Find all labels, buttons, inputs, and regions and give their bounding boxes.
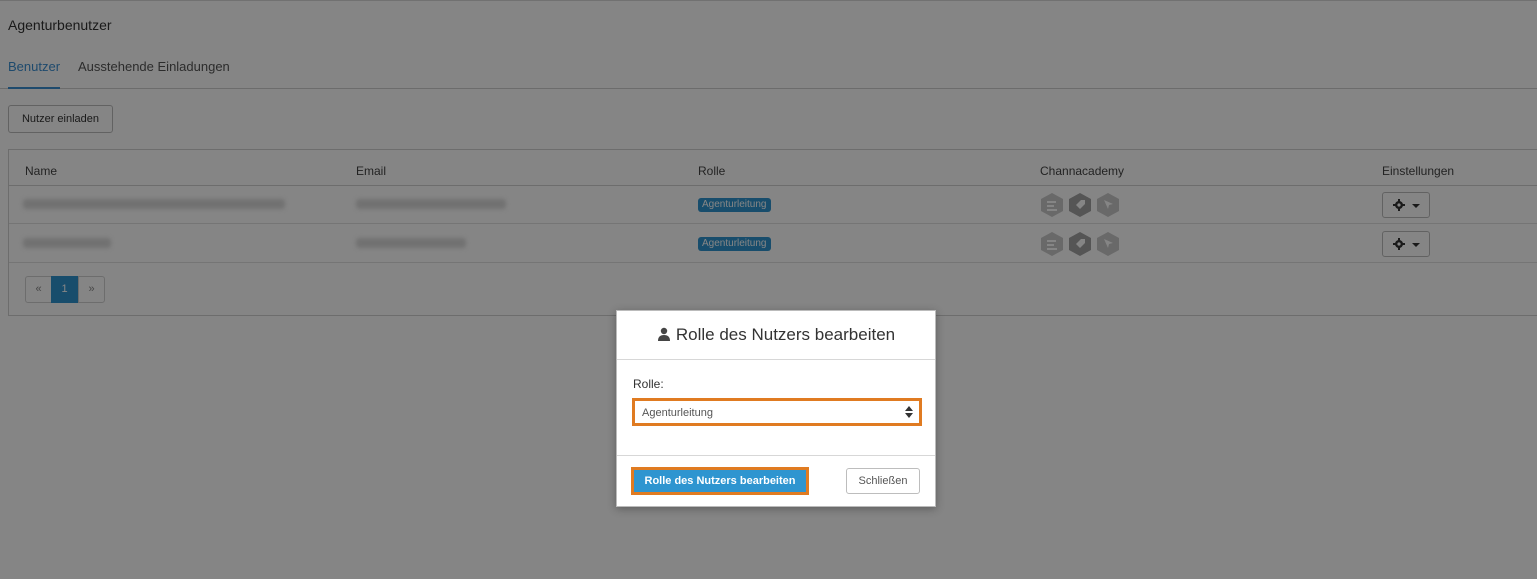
select-arrows-icon [905,406,913,418]
modal-footer-divider [617,455,935,456]
modal-title-row: Rolle des Nutzers bearbeiten [617,325,935,345]
close-button[interactable]: Schließen [846,468,920,494]
modal-header: Rolle des Nutzers bearbeiten [617,311,935,360]
modal-title: Rolle des Nutzers bearbeiten [675,325,896,344]
edit-role-modal: Rolle des Nutzers bearbeiten Rolle: Agen… [616,310,936,507]
edit-role-submit-button[interactable]: Rolle des Nutzers bearbeiten [631,467,809,495]
role-select-value: Agenturleitung [642,407,713,419]
role-label: Rolle: [633,377,664,391]
user-icon [657,327,670,341]
role-select[interactable]: Agenturleitung [632,398,922,426]
